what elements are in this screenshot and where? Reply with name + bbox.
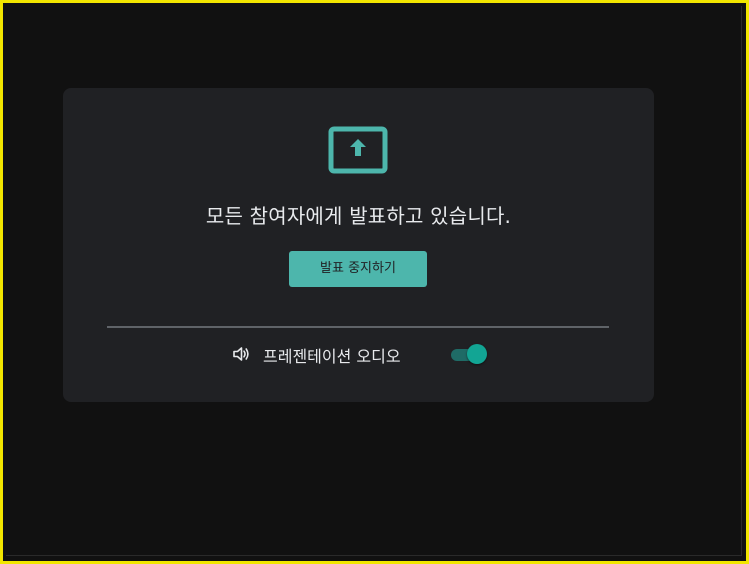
presentation-audio-label: 프레젠테이션 오디오 <box>263 347 401 366</box>
presentation-audio-row: 프레젠테이션 오디오 <box>231 340 491 366</box>
speaker-icon <box>231 344 251 364</box>
present-to-all-icon <box>328 126 388 174</box>
stop-presenting-button[interactable]: 발표 중지하기 <box>289 251 427 287</box>
divider <box>107 326 609 328</box>
presentation-audio-toggle[interactable] <box>449 343 489 365</box>
window-frame: 모든 참여자에게 발표하고 있습니다. 발표 중지하기 프레젠테이션 오디오 <box>0 0 749 564</box>
presenting-message: 모든 참여자에게 발표하고 있습니다. <box>205 204 512 228</box>
presentation-card: 모든 참여자에게 발표하고 있습니다. 발표 중지하기 프레젠테이션 오디오 <box>63 88 654 402</box>
toggle-thumb[interactable] <box>467 344 487 364</box>
